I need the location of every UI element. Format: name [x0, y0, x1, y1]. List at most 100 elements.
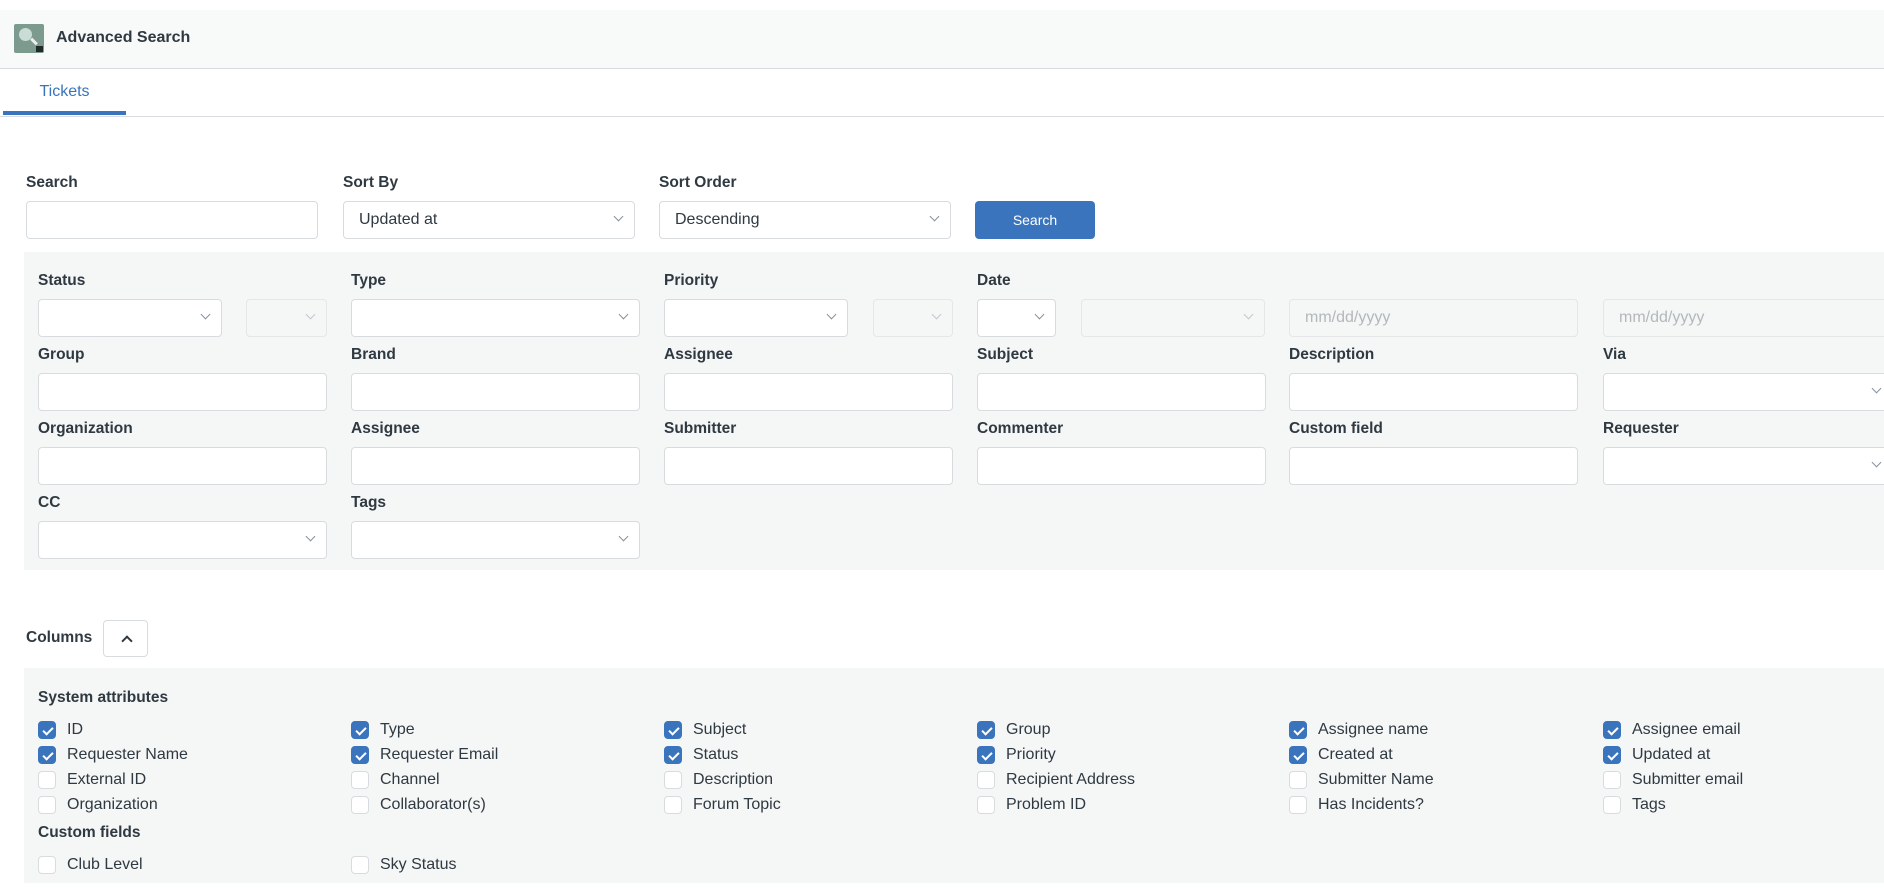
checkbox-label[interactable]: Requester Name: [67, 746, 188, 764]
sort-by-label: Sort By: [343, 174, 399, 191]
date-operator-select[interactable]: [1081, 299, 1265, 337]
assignee-label: Assignee: [351, 420, 420, 437]
checkbox-external-id[interactable]: [38, 771, 56, 789]
checkbox-problem-id[interactable]: [977, 796, 995, 814]
submitter-input[interactable]: [664, 447, 953, 485]
checkbox-label[interactable]: Sky Status: [380, 856, 456, 874]
checkbox-label[interactable]: Submitter email: [1632, 771, 1743, 789]
checkbox-label[interactable]: External ID: [67, 771, 146, 789]
chevron-down-icon: [305, 309, 316, 320]
checkbox-channel[interactable]: [351, 771, 369, 789]
checkbox-status[interactable]: [664, 746, 682, 764]
checkbox-sky-status[interactable]: [351, 856, 369, 874]
tags-select[interactable]: [351, 521, 640, 559]
checkbox-forum-topic[interactable]: [664, 796, 682, 814]
commenter-input[interactable]: [977, 447, 1266, 485]
checkbox-priority[interactable]: [977, 746, 995, 764]
app-header: Advanced Search: [0, 10, 1884, 69]
checkbox-submitter-name[interactable]: [1289, 771, 1307, 789]
checkbox-collaborator-s[interactable]: [351, 796, 369, 814]
columns-collapse-button[interactable]: [103, 620, 148, 657]
priority-operator-select[interactable]: [873, 299, 953, 337]
checkbox-tags[interactable]: [1603, 796, 1621, 814]
checkbox-label[interactable]: Description: [693, 771, 773, 789]
sort-order-select[interactable]: Descending: [659, 201, 951, 239]
status-label: Status: [38, 272, 86, 289]
chevron-down-icon: [613, 211, 624, 222]
checkbox-has-incidents[interactable]: [1289, 796, 1307, 814]
checkbox-label[interactable]: Forum Topic: [693, 796, 781, 814]
chevron-down-icon: [305, 531, 316, 542]
date-field-select[interactable]: [977, 299, 1056, 337]
magnifier-lock-icon: [14, 24, 44, 53]
checkbox-label[interactable]: Tags: [1632, 796, 1666, 814]
checkbox-label[interactable]: Collaborator(s): [380, 796, 486, 814]
requester-select[interactable]: [1603, 447, 1884, 485]
cc-select[interactable]: [38, 521, 327, 559]
checkbox-label[interactable]: Organization: [67, 796, 158, 814]
search-button[interactable]: Search: [975, 201, 1095, 239]
checkbox-label[interactable]: Requester Email: [380, 746, 498, 764]
checkbox-label[interactable]: Club Level: [67, 856, 143, 874]
checkbox-label[interactable]: Updated at: [1632, 746, 1710, 764]
subject-input[interactable]: [977, 373, 1266, 411]
checkbox-submitter-email[interactable]: [1603, 771, 1621, 789]
submitter-label: Submitter: [664, 420, 737, 437]
checkbox-label[interactable]: Problem ID: [1006, 796, 1086, 814]
status-operator-select[interactable]: [246, 299, 327, 337]
description-input[interactable]: [1289, 373, 1578, 411]
checkbox-label[interactable]: ID: [67, 721, 83, 739]
organization-input[interactable]: [38, 447, 327, 485]
checkbox-label[interactable]: Has Incidents?: [1318, 796, 1424, 814]
chevron-down-icon: [1034, 309, 1045, 320]
date-to-input[interactable]: mm/dd/yyyy: [1603, 299, 1884, 337]
type-select[interactable]: [351, 299, 640, 337]
checkbox-requester-name[interactable]: [38, 746, 56, 764]
via-select[interactable]: [1603, 373, 1884, 411]
tab-bar: Tickets: [0, 68, 1884, 117]
checkbox-recipient-address[interactable]: [977, 771, 995, 789]
checkbox-label[interactable]: Group: [1006, 721, 1050, 739]
checkbox-group[interactable]: [977, 721, 995, 739]
checkbox-updated-at[interactable]: [1603, 746, 1621, 764]
chevron-down-icon: [1871, 383, 1882, 394]
group-input[interactable]: [38, 373, 327, 411]
chevron-down-icon: [931, 309, 942, 320]
checkbox-organization[interactable]: [38, 796, 56, 814]
checkbox-type[interactable]: [351, 721, 369, 739]
checkbox-subject[interactable]: [664, 721, 682, 739]
checkbox-label[interactable]: Assignee email: [1632, 721, 1741, 739]
checkbox-label[interactable]: Subject: [693, 721, 746, 739]
cc-label: CC: [38, 494, 61, 511]
sort-by-value: Updated at: [359, 211, 438, 228]
checkbox-assignee-name[interactable]: [1289, 721, 1307, 739]
group-label: Group: [38, 346, 85, 363]
checkbox-label[interactable]: Status: [693, 746, 738, 764]
brand-input[interactable]: [351, 373, 640, 411]
sort-by-select[interactable]: Updated at: [343, 201, 635, 239]
checkbox-label[interactable]: Recipient Address: [1006, 771, 1135, 789]
checkbox-id[interactable]: [38, 721, 56, 739]
checkbox-label[interactable]: Priority: [1006, 746, 1056, 764]
sort-order-label: Sort Order: [659, 174, 737, 191]
checkbox-label[interactable]: Submitter Name: [1318, 771, 1434, 789]
checkbox-description[interactable]: [664, 771, 682, 789]
custom-field-input[interactable]: [1289, 447, 1578, 485]
checkbox-label[interactable]: Channel: [380, 771, 440, 789]
status-select[interactable]: [38, 299, 222, 337]
checkbox-club-level[interactable]: [38, 856, 56, 874]
subject-label: Subject: [977, 346, 1033, 363]
date-from-input[interactable]: mm/dd/yyyy: [1289, 299, 1578, 337]
checkbox-label[interactable]: Type: [380, 721, 415, 739]
checkbox-requester-email[interactable]: [351, 746, 369, 764]
assignee-input[interactable]: [351, 447, 640, 485]
search-input[interactable]: [26, 201, 318, 239]
priority-select[interactable]: [664, 299, 848, 337]
checkbox-label[interactable]: Assignee name: [1318, 721, 1428, 739]
checkbox-assignee-email[interactable]: [1603, 721, 1621, 739]
checkbox-label[interactable]: Created at: [1318, 746, 1393, 764]
brand-label: Brand: [351, 346, 396, 363]
tab-tickets[interactable]: Tickets: [3, 68, 126, 115]
assignee-input[interactable]: [664, 373, 953, 411]
checkbox-created-at[interactable]: [1289, 746, 1307, 764]
